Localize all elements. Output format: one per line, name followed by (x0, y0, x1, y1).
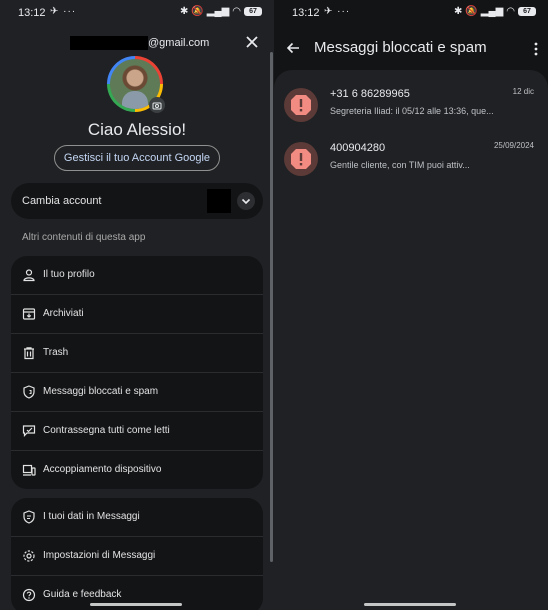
help-icon (22, 588, 36, 602)
greeting: Ciao Alessio! (87, 120, 187, 139)
list-item[interactable]: +31 6 86289965 Segreteria Iliad: il 05/1… (274, 85, 548, 135)
menu-item-label: Archiviati (43, 308, 84, 319)
shield-icon (23, 385, 35, 399)
list-item[interactable]: 400904280 Gentile cliente, con TIM puoi … (274, 139, 548, 189)
menu-item-label: Trash (43, 347, 69, 358)
avatar[interactable] (107, 56, 165, 113)
sender: +31 6 86289965 (330, 88, 410, 100)
signal-icon: ▂▄▆ (206, 6, 230, 17)
shield-data-icon (23, 510, 35, 524)
spam-warning-icon (291, 149, 311, 169)
signal-icon: ▂▄▆ (480, 6, 504, 17)
menu-item-device-pairing[interactable]: Accoppiamento dispositivo (11, 451, 263, 489)
menu-item-label: Messaggi bloccati e spam (43, 386, 159, 397)
battery-icon: 67 (244, 7, 262, 16)
notification-icons: ✈ ··· (324, 6, 351, 17)
menu-item-label: I tuoi dati in Messaggi (43, 511, 140, 522)
trash-icon (24, 347, 34, 360)
message-preview: Segreteria Iliad: il 05/12 alle 13:36, q… (330, 106, 494, 116)
menu-item-profile[interactable]: Il tuo profilo (11, 256, 263, 295)
account-email: @gmail.com (70, 36, 209, 50)
message-preview: Gentile cliente, con TIM puoi attiv... (330, 160, 470, 170)
spam-warning-icon (291, 95, 311, 115)
devices-icon (22, 464, 36, 476)
section-label: Altri contenuti di questa app (22, 232, 146, 243)
scrollbar[interactable] (270, 52, 273, 562)
menu-item-blocked-spam[interactable]: Messaggi bloccati e spam (11, 373, 263, 412)
bluetooth-icon: ✱ (453, 6, 463, 17)
wifi-icon: ◠ (232, 6, 241, 17)
battery-icon: 67 (518, 7, 536, 16)
menu-item-label: Contrassegna tutti come letti (43, 425, 170, 436)
menu-group-2: I tuoi dati in Messaggi Impostazioni di … (11, 498, 263, 610)
menu-item-label: Accoppiamento dispositivo (43, 464, 162, 475)
camera-icon[interactable] (149, 97, 165, 113)
status-bar: 13:12 ✈ ··· ✱ 🔕 ▂▄▆ ◠ 67 (0, 0, 274, 26)
switch-account-row[interactable]: Cambia account (11, 183, 263, 219)
account-menu-screen: 13:12 ✈ ··· ✱ 🔕 ▂▄▆ ◠ 67 @gmail.com Ciao… (0, 0, 274, 610)
menu-item-mark-all-read[interactable]: Contrassegna tutti come letti (11, 412, 263, 451)
message-date: 25/09/2024 (493, 141, 534, 150)
menu-item-archived[interactable]: Archiviati (11, 295, 263, 334)
sender: 400904280 (330, 142, 386, 154)
system-icons: ✱ 🔕 ▂▄▆ ◠ 67 (180, 6, 262, 17)
close-icon[interactable] (244, 34, 260, 50)
redacted-email (70, 36, 148, 50)
back-arrow-icon[interactable] (286, 41, 300, 55)
notification-icons: ✈ ··· (50, 6, 77, 17)
menu-group-1: Il tuo profilo Archiviati Trash Messaggi… (11, 256, 263, 489)
menu-item-label: Guida e feedback (43, 589, 122, 600)
top-app-bar: Messaggi bloccati e spam (274, 36, 548, 62)
menu-item-label: Impostazioni di Messaggi (43, 550, 156, 561)
conversation-list: +31 6 86289965 Segreteria Iliad: il 05/1… (274, 70, 548, 610)
menu-item-settings[interactable]: Impostazioni di Messaggi (11, 537, 263, 576)
gear-icon (23, 550, 35, 562)
other-account-avatar (207, 189, 231, 213)
more-vert-icon[interactable] (534, 42, 538, 56)
status-time: 13:12 (292, 7, 320, 19)
page-title: Messaggi bloccati e spam (314, 39, 487, 56)
menu-item-trash[interactable]: Trash (11, 334, 263, 373)
spam-avatar (284, 88, 318, 122)
mute-icon: 🔕 (191, 6, 204, 17)
spam-avatar (284, 142, 318, 176)
menu-item-your-data[interactable]: I tuoi dati in Messaggi (11, 498, 263, 537)
system-icons: ✱ 🔕 ▂▄▆ ◠ 67 (454, 6, 536, 17)
gesture-bar[interactable] (90, 603, 182, 606)
wifi-icon: ◠ (506, 6, 515, 17)
manage-account-button[interactable]: Gestisci il tuo Account Google (54, 145, 220, 171)
email-domain: @gmail.com (148, 37, 210, 49)
mute-icon: 🔕 (465, 6, 478, 17)
menu-item-label: Il tuo profilo (43, 269, 95, 280)
bluetooth-icon: ✱ (179, 6, 189, 17)
person-icon (23, 269, 35, 282)
message-date: 12 dic (512, 87, 534, 96)
blocked-spam-screen: 13:12 ✈ ··· ✱ 🔕 ▂▄▆ ◠ 67 Messaggi blocca… (274, 0, 548, 610)
gesture-bar[interactable] (364, 603, 456, 606)
status-time: 13:12 (18, 7, 46, 19)
chevron-down-icon[interactable] (237, 192, 255, 210)
status-bar: 13:12 ✈ ··· ✱ 🔕 ▂▄▆ ◠ 67 (274, 0, 548, 26)
mark-read-icon (22, 425, 36, 437)
archive-icon (22, 308, 36, 320)
switch-account-label: Cambia account (22, 195, 102, 207)
